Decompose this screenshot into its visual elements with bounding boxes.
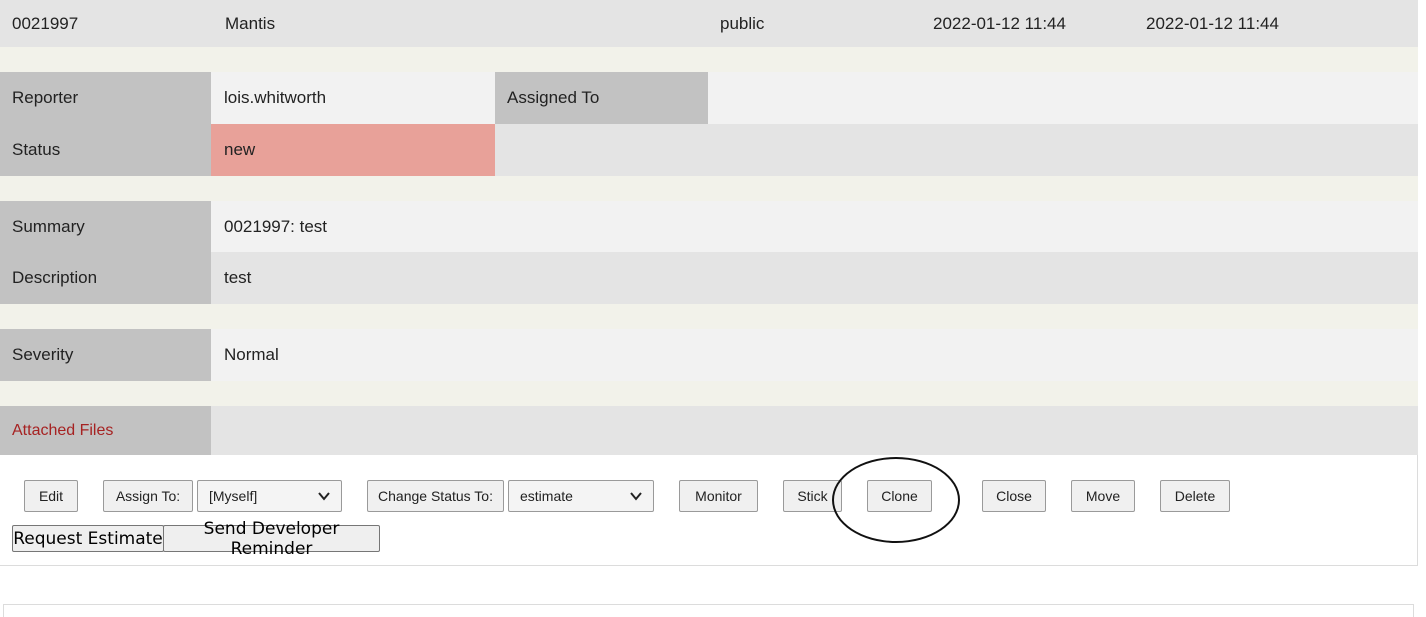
summary-value: 0021997: test	[224, 216, 328, 236]
description-value: test	[224, 268, 252, 287]
status-value: new	[211, 124, 495, 176]
change-status-button[interactable]: Change Status To:	[367, 480, 504, 512]
chevron-down-icon	[630, 492, 642, 501]
spacer-row	[0, 176, 1418, 201]
issue-view-page: 0021997 Mantis public 2022-01-12 11:44 2…	[0, 0, 1426, 617]
edit-button[interactable]: Edit	[24, 480, 78, 512]
issue-date-submitted: 2022-01-12 11:44	[933, 13, 1066, 33]
assign-to-select-value: [Myself]	[209, 488, 258, 504]
assign-to-button[interactable]: Assign To:	[103, 480, 193, 512]
assigned-to-label: Assigned To	[495, 72, 708, 124]
issue-header-row: 0021997 Mantis public 2022-01-12 11:44 2…	[0, 0, 1418, 47]
spacer-row	[0, 304, 1418, 329]
status-row: Status new	[0, 124, 1418, 176]
monitor-button[interactable]: Monitor	[679, 480, 758, 512]
issue-actions-bar: Edit Assign To: [Myself] Change Status T…	[0, 455, 1418, 566]
issue-view-status: public	[720, 13, 765, 33]
reporter-row: Reporter lois.whitworth Assigned To	[0, 72, 1418, 124]
send-developer-reminder-button[interactable]: Send Developer Reminder	[163, 519, 380, 559]
reporter-label: Reporter	[0, 72, 211, 124]
spacer-row	[0, 47, 1418, 72]
request-estimate-button[interactable]: Request Estimate	[12, 525, 164, 552]
assigned-to-value	[708, 72, 1418, 124]
stick-button[interactable]: Stick	[783, 480, 842, 512]
description-label: Description	[0, 252, 211, 304]
severity-row: Severity Normal	[0, 329, 1418, 381]
reporter-value: lois.whitworth	[224, 88, 327, 107]
severity-value: Normal	[224, 345, 279, 364]
attached-files-row: Attached Files	[0, 406, 1418, 455]
change-status-select-value: estimate	[520, 488, 573, 504]
status-label: Status	[0, 124, 211, 176]
issue-id[interactable]: 0021997	[12, 0, 78, 47]
summary-row: Summary 0021997: test	[0, 201, 1418, 252]
change-status-select[interactable]: estimate	[508, 480, 654, 512]
assign-to-select[interactable]: [Myself]	[197, 480, 342, 512]
close-button[interactable]: Close	[982, 480, 1046, 512]
issue-project: Mantis	[225, 13, 276, 33]
clone-button[interactable]: Clone	[867, 480, 932, 512]
severity-label: Severity	[0, 329, 211, 381]
attached-files-label: Attached Files	[0, 406, 211, 455]
delete-button[interactable]: Delete	[1160, 480, 1230, 512]
summary-label: Summary	[0, 201, 211, 252]
next-section-box	[3, 604, 1414, 617]
move-button[interactable]: Move	[1071, 480, 1135, 512]
description-row: Description test	[0, 252, 1418, 304]
chevron-down-icon	[318, 492, 330, 501]
issue-last-update: 2022-01-12 11:44	[1146, 13, 1279, 33]
spacer-row	[0, 381, 1418, 406]
